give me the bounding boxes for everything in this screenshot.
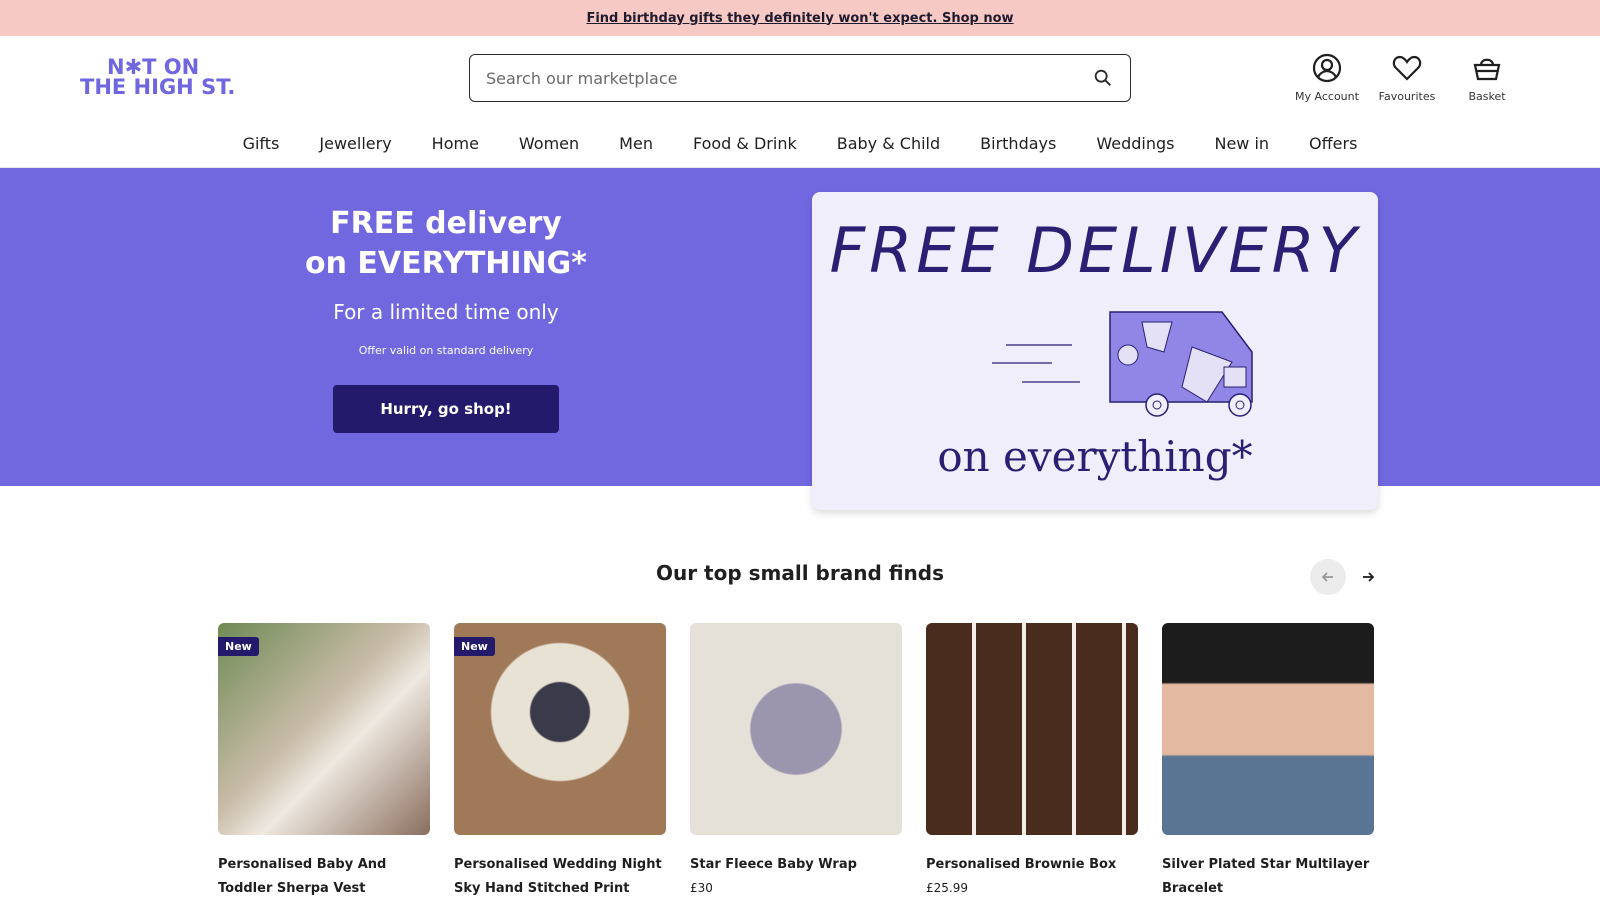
basket-icon	[1473, 58, 1501, 81]
main-nav: Gifts Jewellery Home Women Men Food & Dr…	[0, 120, 1600, 168]
product-name: Personalised Brownie Box	[926, 857, 1117, 872]
heart-icon	[1392, 55, 1422, 81]
nav-gifts[interactable]: Gifts	[223, 134, 300, 153]
product-price: £30	[690, 881, 713, 895]
hero-note: Offer valid on standard delivery	[358, 344, 534, 357]
hero-banner: FREE delivery on EVERYTHING* For a limit…	[0, 168, 1600, 510]
hero-title: FREE delivery on EVERYTHING*	[305, 206, 587, 281]
my-account-button[interactable]: My Account	[1294, 52, 1360, 103]
product-name: Personalised Wedding Night Sky Hand Stit…	[454, 857, 662, 896]
search-bar	[469, 54, 1131, 102]
product-card[interactable]: Silver Plated Star Multilayer Bracelet	[1162, 623, 1374, 901]
nav-birthdays[interactable]: Birthdays	[960, 134, 1076, 153]
product-image	[926, 623, 1138, 835]
free-delivery-card[interactable]: FREE DELIVERY on everything*	[812, 192, 1378, 510]
account-icon	[1312, 53, 1342, 83]
card-title: FREE DELIVERY	[829, 214, 1361, 287]
basket-button[interactable]: Basket	[1454, 52, 1520, 103]
product-image: New	[218, 623, 430, 835]
nav-women[interactable]: Women	[499, 134, 599, 153]
site-logo[interactable]: N✱T ON THE HIGH ST.	[80, 57, 240, 101]
product-price: £25.99	[926, 881, 968, 895]
product-name: Personalised Baby And Toddler Sherpa Ves…	[218, 857, 387, 896]
nav-men[interactable]: Men	[599, 134, 673, 153]
delivery-van-illustration	[992, 311, 1253, 417]
product-card[interactable]: New Personalised Wedding Night Sky Hand …	[454, 623, 666, 901]
card-bottom-text: on everything*	[937, 432, 1253, 481]
carousel-prev-button[interactable]	[1310, 559, 1346, 595]
search-icon[interactable]	[1092, 67, 1114, 89]
carousel-next-button[interactable]	[1350, 559, 1386, 595]
promo-bar: Find birthday gifts they definitely won'…	[0, 0, 1600, 36]
product-name: Star Fleece Baby Wrap	[690, 857, 857, 872]
hero-text-block: FREE delivery on EVERYTHING* For a limit…	[226, 204, 666, 433]
product-card[interactable]: New Personalised Baby And Toddler Sherpa…	[218, 623, 430, 901]
hero-subtitle: For a limited time only	[333, 300, 559, 324]
nav-food-drink[interactable]: Food & Drink	[673, 134, 817, 153]
nav-offers[interactable]: Offers	[1289, 134, 1377, 153]
favourites-label: Favourites	[1378, 90, 1436, 103]
nav-baby-child[interactable]: Baby & Child	[817, 134, 960, 153]
product-card[interactable]: Star Fleece Baby Wrap £30	[690, 623, 902, 901]
arrow-right-icon	[1363, 572, 1375, 582]
my-account-label: My Account	[1295, 90, 1359, 103]
nav-weddings[interactable]: Weddings	[1076, 134, 1194, 153]
product-carousel: New Personalised Baby And Toddler Sherpa…	[218, 623, 1374, 901]
promo-link[interactable]: Find birthday gifts they definitely won'…	[586, 11, 1013, 26]
arrow-left-icon	[1321, 572, 1333, 582]
site-header: N✱T ON THE HIGH ST. My Account Favourite…	[0, 36, 1600, 120]
nav-new-in[interactable]: New in	[1194, 134, 1289, 153]
header-actions: My Account Favourites Basket	[1294, 52, 1520, 103]
product-card[interactable]: Personalised Brownie Box £25.99	[926, 623, 1138, 901]
product-name: Silver Plated Star Multilayer Bracelet	[1162, 857, 1370, 896]
product-image: New	[454, 623, 666, 835]
new-badge: New	[218, 637, 259, 656]
nav-jewellery[interactable]: Jewellery	[299, 134, 411, 153]
nav-home[interactable]: Home	[412, 134, 499, 153]
new-badge: New	[454, 637, 495, 656]
basket-label: Basket	[1468, 90, 1506, 103]
carousel-controls	[1310, 559, 1386, 595]
product-image	[1162, 623, 1374, 835]
shop-now-button[interactable]: Hurry, go shop!	[333, 385, 559, 433]
search-input[interactable]	[486, 68, 1092, 88]
favourites-button[interactable]: Favourites	[1374, 52, 1440, 103]
product-image	[690, 623, 902, 835]
